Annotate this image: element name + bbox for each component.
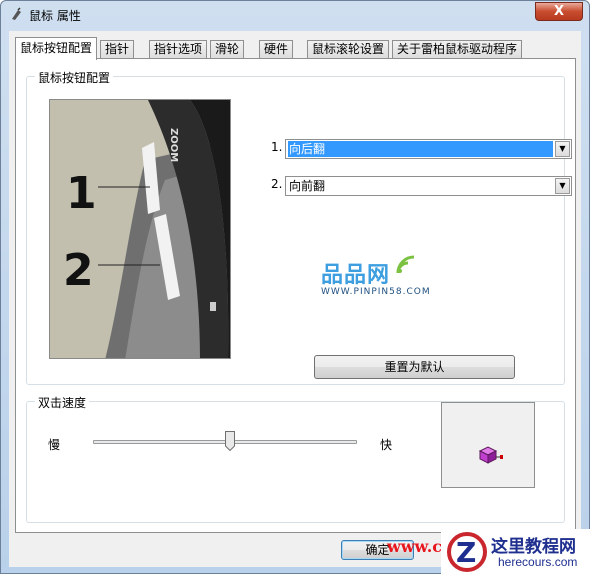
close-button[interactable]: X	[535, 2, 583, 21]
fast-label: 快	[380, 438, 393, 452]
tab-wheel-settings[interactable]: 鼠标滚轮设置	[307, 40, 390, 59]
site-watermark: Z 这里教程网 herecours.com	[441, 529, 590, 575]
button-1-label: 1.	[271, 140, 283, 154]
site-name-en: herecours.com	[498, 555, 578, 569]
mouse-properties-window: 鼠标 属性 X 鼠标按钮配置 指针 指针选项 滑轮 硬件 鼠标滚轮设置 关于雷柏…	[0, 0, 590, 575]
mouse-illustration: 1 2 ZOOM	[49, 99, 231, 359]
svg-text:Z: Z	[456, 536, 476, 569]
double-click-group-title: 双击速度	[35, 394, 90, 411]
mouse-icon	[12, 7, 21, 20]
site-logo-icon: Z	[447, 532, 487, 572]
slow-label: 慢	[48, 438, 61, 452]
double-click-speed-thumb[interactable]	[225, 431, 236, 451]
button-1-callout: 1	[66, 168, 97, 219]
button-1-action-value: 向后翻	[288, 141, 553, 157]
red-watermark: www.c	[387, 537, 443, 556]
button-2-callout: 2	[63, 245, 94, 296]
double-click-test-area[interactable]	[441, 402, 535, 488]
site-name-zh: 这里教程网	[491, 537, 576, 557]
title-bar[interactable]: 鼠标 属性 X	[1, 1, 589, 29]
chevron-down-icon[interactable]: ▼	[555, 178, 570, 194]
window-title: 鼠标 属性	[29, 9, 81, 23]
button-2-label: 2.	[271, 177, 283, 191]
pinpin-url: WWW.PINPIN58.COM	[321, 287, 431, 297]
tab-panel: 鼠标按钮配置 1 2 ZOOM 1. 向后翻 ▼ 2. 向前翻 ▼ 品品网 WW…	[15, 58, 576, 533]
button-2-action-select[interactable]: 向前翻 ▼	[285, 176, 572, 196]
tab-button-config[interactable]: 鼠标按钮配置	[15, 37, 98, 60]
button-1-action-select[interactable]: 向后翻 ▼	[285, 139, 572, 159]
dialog-client: 鼠标按钮配置 指针 指针选项 滑轮 硬件 鼠标滚轮设置 关于雷柏鼠标驱动程序 鼠…	[9, 31, 581, 567]
button-2-action-value: 向前翻	[289, 179, 326, 193]
tab-hardware[interactable]: 硬件	[259, 40, 294, 59]
wifi-icon	[396, 255, 415, 274]
button-config-group-title: 鼠标按钮配置	[35, 69, 114, 86]
tab-pointer[interactable]: 指针	[100, 40, 135, 59]
tab-about-driver[interactable]: 关于雷柏鼠标驱动程序	[392, 40, 523, 59]
tab-pointer-options[interactable]: 指针选项	[149, 40, 208, 59]
chevron-down-icon[interactable]: ▼	[555, 141, 570, 157]
reset-default-button[interactable]: 重置为默认	[314, 355, 515, 379]
zoom-label: ZOOM	[168, 128, 179, 162]
tab-wheel[interactable]: 滑轮	[210, 40, 245, 59]
test-box-icon[interactable]	[478, 443, 504, 465]
